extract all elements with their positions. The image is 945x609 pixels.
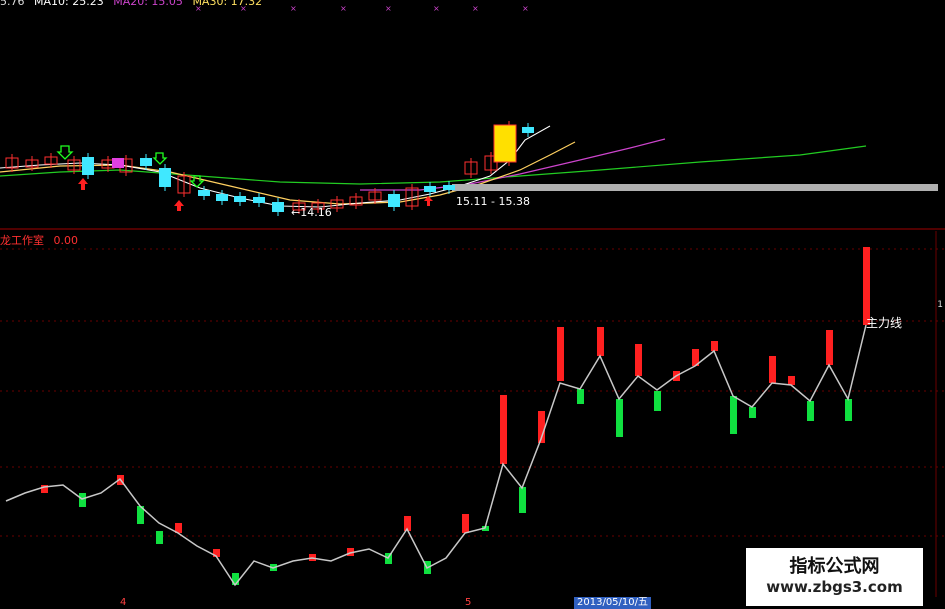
indicator-bar-down [156,531,163,544]
grid-lines [0,248,945,537]
indicator-panel[interactable]: 主力线 [0,231,945,597]
indicator-bar-up [635,344,642,376]
low-price-label: ←14.16 [291,206,332,219]
date-cursor: 2013/05/10/五 [574,597,652,609]
indicator-bar-down [730,396,737,434]
watermark: 指标公式网 www.zbgs3.com [746,548,923,606]
indicator-bar-up [597,327,604,356]
indicator-bar-down [577,389,584,404]
x-axis-label: 5 [465,597,472,608]
indicator-bar-up [500,395,507,464]
marker-x: × [472,4,479,13]
marker-x: × [240,4,247,13]
candle-body [112,158,124,168]
indicator-bar-up [826,330,833,365]
candle-body [159,168,171,187]
down-arrow-icon [56,145,74,160]
up-arrow-icon [174,200,184,211]
watermark-url: www.zbgs3.com [766,578,903,596]
main-force-line [5,324,867,587]
marker-x: × [433,4,440,13]
main-force-line-label: 主力线 [866,316,902,330]
candle-body [140,158,152,166]
candle-body [388,194,400,207]
candle-body [272,202,284,212]
candle-body [198,190,210,196]
candle-body [234,196,246,202]
down-arrow-icon [152,152,168,165]
watermark-title: 指标公式网 [789,556,880,577]
ma30-line [0,145,867,185]
top-markers: × × × × × × × × [195,4,529,13]
indicator-bar-down [519,487,526,513]
right-scale-mark: 1 [937,300,943,310]
indicator-bar-up [863,247,870,325]
indicator-bar-down [807,401,814,421]
marker-x: × [340,4,347,13]
indicator-bar-down [845,399,852,421]
price-band [452,184,938,191]
indicator-bar-up [769,356,776,383]
candle-body [253,197,265,203]
indicator-bar-down [749,407,756,418]
marker-x: × [195,4,202,13]
indicator-bar-up [557,327,564,381]
x-axis-label: 4 [120,597,127,608]
indicator-bar-up [462,514,469,533]
marker-x: × [522,4,529,13]
indicator-bar-down [616,399,623,437]
candle-body [424,186,436,192]
candle-body [443,185,455,190]
range-label: 15.11 - 15.38 [456,195,530,208]
candlestick-panel[interactable]: ←14.16 15.11 - 15.38 × × × × × × × × [0,0,945,230]
indicator-bar-up [788,376,795,385]
candle-body [522,127,534,133]
candle-body [216,194,228,201]
candles [5,121,534,216]
up-arrow-icon [78,178,88,190]
marker-x: × [385,4,392,13]
marker-x: × [290,4,297,13]
indicator-bar-down [79,493,86,507]
indicator-bars [41,247,870,585]
candle-body [493,124,517,163]
candle-body [82,157,94,175]
indicator-bar-down [654,391,661,411]
indicator-bar-up [711,341,718,351]
